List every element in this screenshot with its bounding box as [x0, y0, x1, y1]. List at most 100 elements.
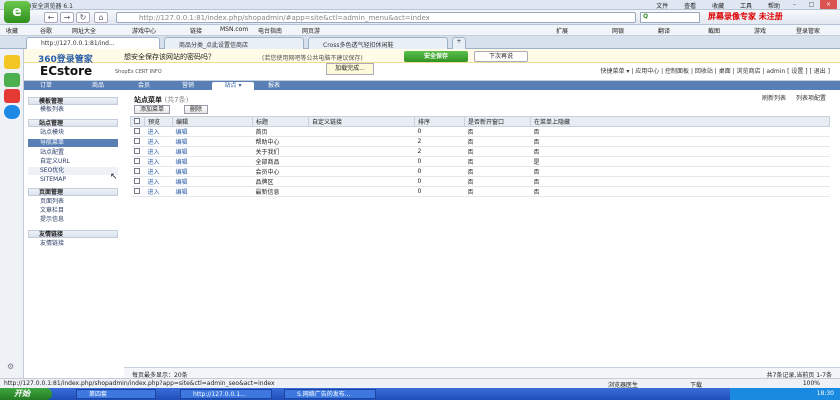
menu-friend-links[interactable]: 友情链接 [28, 240, 118, 248]
settings-icon[interactable]: ⚙ [7, 362, 14, 371]
preview-link[interactable]: 进入 [144, 176, 173, 187]
menu-seo[interactable]: SEO优化 [28, 167, 118, 175]
fav-sites[interactable]: 网址大全 [72, 26, 96, 35]
section-links[interactable]: 友情链接 [28, 230, 118, 238]
fav-games[interactable]: 游戏中心 [132, 26, 156, 35]
window-menu: 文件 查看 收藏 工具 帮助 [642, 1, 780, 10]
row-checkbox[interactable] [130, 156, 145, 167]
preview-link[interactable]: 进入 [144, 126, 173, 137]
preview-link[interactable]: 进入 [144, 136, 173, 147]
row-checkbox[interactable] [130, 176, 145, 187]
fav-screenshot[interactable]: 截图 [708, 26, 720, 35]
tab-shoes[interactable]: Cross多色透气轻扣休闲鞋 [308, 37, 448, 49]
tab-reports[interactable]: 报表 [260, 82, 288, 90]
fav-google[interactable]: 谷歌 [40, 26, 52, 35]
fav-collect[interactable]: 收藏 [6, 26, 18, 35]
refresh-list-link[interactable]: 刷新列表 [762, 95, 786, 102]
star-icon[interactable] [4, 55, 20, 69]
row-checkbox[interactable] [130, 126, 145, 137]
menu-tips[interactable]: 提示信息 [28, 216, 118, 224]
browser-statusbar: http://127.0.0.1:81/index.php/shopadmin/… [0, 378, 840, 389]
row-newwin: 否 [464, 166, 531, 177]
row-hide: 否 [530, 186, 830, 197]
address-bar[interactable]: http://127.0.0.1:81/index.php/shopadmin/… [116, 12, 636, 23]
edit-link[interactable]: 编辑 [172, 156, 253, 167]
new-tab-button[interactable]: + [452, 37, 466, 49]
preview-link[interactable]: 进入 [144, 146, 173, 157]
forward-button[interactable]: → [60, 12, 74, 23]
later-button[interactable]: 下次再说 [474, 51, 528, 62]
menu-nav-menu[interactable]: 导航菜单 [28, 139, 118, 147]
menu-favorites[interactable]: 收藏 [712, 3, 724, 10]
edit-link[interactable]: 编辑 [172, 136, 253, 147]
row-link [308, 126, 415, 137]
edit-link[interactable]: 编辑 [172, 166, 253, 177]
preview-link[interactable]: 进入 [144, 156, 173, 167]
select-all-checkbox[interactable] [130, 116, 145, 127]
fav-bank[interactable]: 网银 [612, 26, 624, 35]
tab-members[interactable]: 会员 [130, 82, 158, 90]
tab-marketing[interactable]: 营销 [174, 82, 202, 90]
delete-button[interactable]: 删除 [184, 105, 209, 114]
close-button[interactable]: × [820, 0, 837, 9]
safe-save-button[interactable]: 安全保存 [404, 51, 468, 62]
menu-help[interactable]: 帮助 [768, 3, 780, 10]
tab-orders[interactable]: 订单 [32, 82, 60, 90]
fav-radio[interactable]: 电台指南 [258, 26, 282, 35]
task-item-1[interactable]: 第四套 [76, 389, 156, 399]
quick-menu[interactable]: 快捷菜单 ▾ | 应用中心 | 控制面板 | 回收站 | 桌面 | 浏览商店 |… [600, 66, 830, 75]
minimize-button[interactable]: – [786, 0, 803, 9]
row-checkbox[interactable] [130, 146, 145, 157]
row-checkbox[interactable] [130, 136, 145, 147]
menu-view[interactable]: 查看 [684, 3, 696, 10]
section-site[interactable]: 站点管理 [28, 119, 118, 127]
edit-link[interactable]: 编辑 [172, 186, 253, 197]
preview-link[interactable]: 进入 [144, 166, 173, 177]
menu-file[interactable]: 文件 [656, 3, 668, 10]
edit-link[interactable]: 编辑 [172, 126, 253, 137]
tab-admin[interactable]: http://127.0.0.1:81/ind... [26, 37, 160, 49]
edit-link[interactable]: 编辑 [172, 176, 253, 187]
apps-icon[interactable] [4, 73, 20, 87]
people-icon[interactable] [4, 105, 20, 119]
fav-game2[interactable]: 游戏 [754, 26, 766, 35]
menu-custom-url[interactable]: 自定义URL [28, 158, 118, 166]
tab-goods[interactable]: 商品 [84, 82, 112, 90]
row-hide: 否 [530, 146, 830, 157]
weibo-icon[interactable] [4, 89, 20, 103]
task-item-3[interactable]: S.网络广告的发布... [284, 389, 376, 399]
home-button[interactable]: ⌂ [94, 12, 108, 23]
task-item-2[interactable]: http://127.0.0.1... [180, 389, 272, 399]
column-config-link[interactable]: 列表项配置 [796, 95, 826, 102]
start-button[interactable]: 开始 [0, 388, 52, 400]
row-hide: 否 [530, 126, 830, 137]
fav-links[interactable]: 链接 [190, 26, 202, 35]
section-page[interactable]: 页面管理 [28, 188, 118, 196]
edit-link[interactable]: 编辑 [172, 146, 253, 157]
fav-extend[interactable]: 扩展 [556, 26, 568, 35]
menu-template-list[interactable]: 模板列表 [28, 106, 118, 114]
row-checkbox[interactable] [130, 186, 145, 197]
fav-msn[interactable]: MSN.com [220, 26, 248, 33]
section-template[interactable]: 模板管理 [28, 97, 118, 105]
zoom-level[interactable]: 100% [803, 380, 820, 387]
refresh-button[interactable]: ↻ [76, 12, 90, 23]
row-checkbox[interactable] [130, 166, 145, 177]
add-menu-button[interactable]: 添加菜单 [134, 105, 171, 114]
tab-site[interactable]: 站点 ▾ [212, 82, 254, 90]
tab-category[interactable]: 商品分类_点此设置信商店 [164, 37, 304, 49]
search-input[interactable]: Q [640, 12, 700, 23]
menu-sitemap[interactable]: SITEMAP [28, 176, 118, 184]
preview-link[interactable]: 进入 [144, 186, 173, 197]
menu-page-list[interactable]: 页面列表 [28, 198, 118, 206]
fav-webgame[interactable]: 网页游 [302, 26, 320, 35]
maximize-button[interactable]: □ [803, 0, 820, 9]
menu-site-module[interactable]: 站点模块 [28, 129, 118, 137]
menu-article-column[interactable]: 文章栏目 [28, 207, 118, 215]
menu-tools[interactable]: 工具 [740, 3, 752, 10]
fav-login[interactable]: 登录管家 [796, 26, 820, 35]
menu-site-config[interactable]: 站点配置 [28, 149, 118, 157]
back-button[interactable]: ← [44, 12, 58, 23]
row-order: 2 [414, 136, 465, 147]
fav-translate[interactable]: 翻译 [658, 26, 670, 35]
